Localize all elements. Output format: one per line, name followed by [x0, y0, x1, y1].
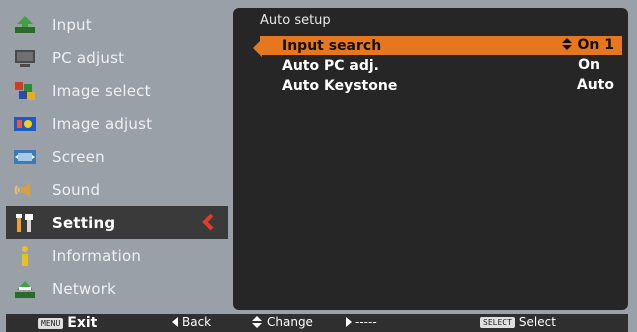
information-icon: [12, 245, 38, 267]
back-hint[interactable]: Back: [172, 315, 211, 329]
menu-item-label: Image select: [52, 81, 151, 100]
row-value: Auto: [576, 77, 614, 93]
image-select-icon: [12, 80, 38, 102]
up-down-icon: [561, 38, 572, 50]
change-hint[interactable]: Change: [252, 315, 313, 329]
network-icon: [12, 278, 38, 300]
left-arrow-icon: [172, 317, 178, 327]
menu-item-image-adjust[interactable]: Image adjust: [6, 107, 220, 140]
back-label: Back: [182, 315, 212, 329]
select-key-icon: SELECT: [480, 316, 515, 328]
next-label: -----: [355, 315, 377, 329]
projector-osd: Input PC adjust Image select Image adjus…: [0, 0, 637, 332]
panel-title: Auto setup: [260, 13, 331, 28]
menu-item-label: Sound: [52, 180, 101, 199]
row-label: Input search: [282, 37, 382, 54]
pc-adjust-icon: [12, 47, 38, 69]
exit-hint[interactable]: MENU Exit: [38, 315, 97, 331]
main-menu: Input PC adjust Image select Image adjus…: [6, 8, 228, 308]
menu-item-information[interactable]: Information: [6, 239, 220, 272]
menu-item-label: Screen: [52, 147, 105, 166]
input-icon: [12, 14, 38, 36]
footer-help-bar: MENU Exit Back Change ----- SELECT Selec…: [6, 314, 628, 332]
up-down-icon: [252, 316, 262, 328]
submenu-panel: Auto setup Input search On 1 Auto PC adj…: [233, 8, 628, 310]
sound-icon: [12, 179, 38, 201]
menu-item-screen[interactable]: Screen: [6, 140, 220, 173]
change-label: Change: [267, 315, 313, 329]
right-arrow-icon: [346, 317, 352, 327]
menu-item-setting[interactable]: Setting: [6, 206, 228, 239]
menu-item-sound[interactable]: Sound: [6, 173, 220, 206]
menu-item-label: PC adjust: [52, 48, 125, 67]
row-input-search[interactable]: Input search On 1: [260, 36, 622, 55]
menu-item-label: Information: [52, 246, 142, 265]
menu-item-image-select[interactable]: Image select: [6, 74, 220, 107]
select-label: Select: [518, 315, 556, 329]
setting-icon: [12, 212, 38, 234]
row-auto-keystone[interactable]: Auto Keystone Auto: [260, 76, 622, 95]
menu-item-input[interactable]: Input: [6, 8, 220, 41]
menu-item-pc-adjust[interactable]: PC adjust: [6, 41, 220, 74]
menu-item-label: Input: [52, 15, 92, 34]
next-hint: -----: [346, 315, 377, 329]
image-adjust-icon: [12, 113, 38, 135]
screen-icon: [12, 146, 38, 168]
row-value-text: On 1: [577, 37, 614, 53]
row-label: Auto Keystone: [282, 77, 398, 94]
row-label: Auto PC adj.: [282, 57, 379, 74]
row-value: On: [578, 57, 600, 73]
select-hint[interactable]: SELECT Select: [480, 315, 556, 329]
exit-label: Exit: [67, 315, 98, 331]
menu-item-label: Setting: [52, 213, 116, 232]
menu-item-label: Network: [52, 279, 117, 298]
menu-key-icon: MENU: [38, 317, 64, 329]
row-value: On 1: [561, 37, 614, 53]
menu-item-network[interactable]: Network: [6, 272, 220, 305]
menu-item-label: Image adjust: [52, 114, 153, 133]
row-auto-pc-adj[interactable]: Auto PC adj. On: [260, 56, 622, 75]
